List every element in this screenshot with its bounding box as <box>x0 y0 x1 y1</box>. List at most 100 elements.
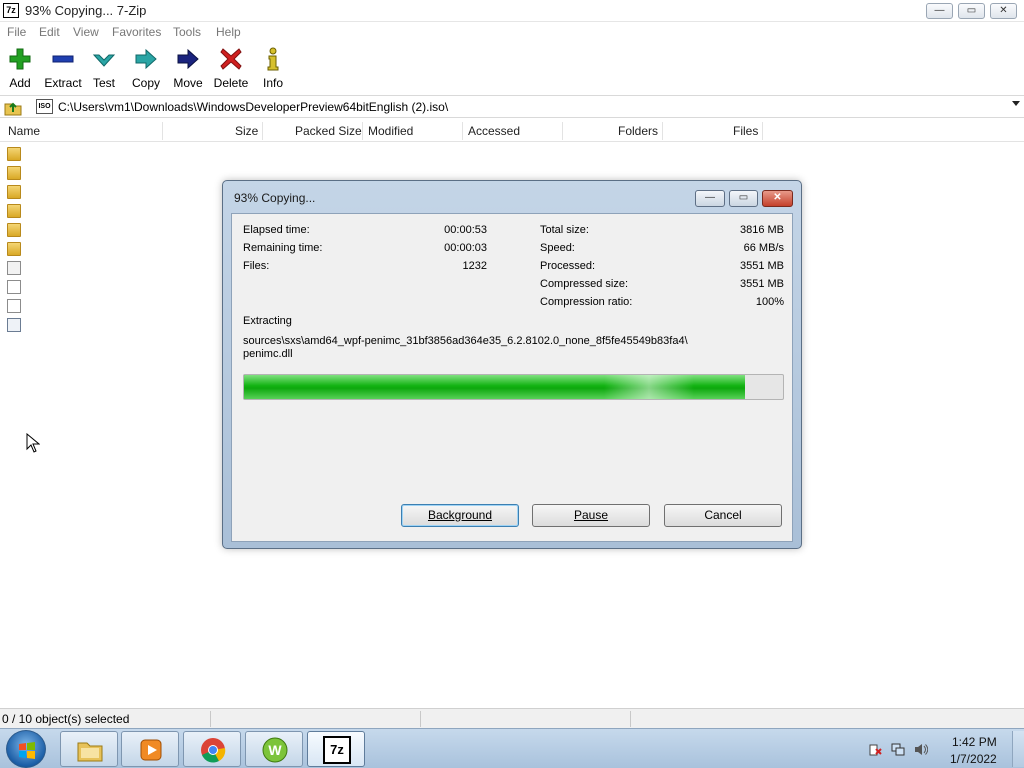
taskbar-explorer[interactable] <box>60 731 118 767</box>
document-file-icon[interactable] <box>7 299 21 313</box>
column-files[interactable]: Files <box>733 124 758 138</box>
column-modified[interactable]: Modified <box>368 124 413 138</box>
taskbar-w-app[interactable]: W <box>245 731 303 767</box>
move-arrow-icon <box>175 46 201 72</box>
current-path: sources\sxs\amd64_wpf-penimc_31bf3856ad3… <box>243 335 688 347</box>
status-divider <box>630 711 631 727</box>
info-button[interactable]: Info <box>259 46 287 90</box>
extract-button[interactable]: Extract <box>43 46 83 90</box>
menu-edit[interactable]: Edit <box>39 25 60 39</box>
taskbar-chrome[interactable] <box>183 731 241 767</box>
address-dropdown-icon[interactable] <box>1012 101 1020 106</box>
delete-button[interactable]: Delete <box>213 46 249 90</box>
compressed-size-value: 3551 MB <box>739 278 784 290</box>
elapsed-time-value: 00:00:53 <box>444 224 487 236</box>
chrome-icon <box>201 738 226 763</box>
background-button[interactable]: Background <box>401 504 519 527</box>
column-divider[interactable] <box>562 122 563 140</box>
clock-time[interactable]: 1:42 PM <box>952 735 997 749</box>
close-button[interactable]: ✕ <box>990 3 1017 19</box>
menu-tools[interactable]: Tools <box>173 25 201 39</box>
show-desktop-button[interactable] <box>1012 731 1024 767</box>
up-folder-button[interactable] <box>3 98 23 116</box>
document-file-icon[interactable] <box>7 280 21 294</box>
window-title: 93% Copying... 7-Zip <box>25 3 147 18</box>
dialog-maximize-button[interactable]: ▭ <box>729 190 758 207</box>
check-icon <box>91 46 117 72</box>
processed-label: Processed: <box>540 260 596 272</box>
folder-icon[interactable] <box>7 223 21 237</box>
iso-file-icon: ISO <box>36 99 53 114</box>
column-divider[interactable] <box>662 122 663 140</box>
column-name[interactable]: Name <box>8 124 40 138</box>
add-button[interactable]: Add <box>5 46 35 90</box>
pause-button[interactable]: Pause <box>532 504 650 527</box>
speed-value: 66 MB/s <box>743 242 784 254</box>
network-icon[interactable] <box>891 743 905 756</box>
folder-icon[interactable] <box>7 185 21 199</box>
column-divider[interactable] <box>462 122 463 140</box>
address-path[interactable]: C:\Users\vm1\Downloads\WindowsDeveloperP… <box>58 100 448 114</box>
menu-favorites[interactable]: Favorites <box>112 25 161 39</box>
info-label: Info <box>262 76 283 90</box>
selection-status: 0 / 10 object(s) selected <box>2 712 130 726</box>
menu-help[interactable]: Help <box>216 25 241 39</box>
folder-icon[interactable] <box>7 166 21 180</box>
menu-view[interactable]: View <box>73 25 99 39</box>
settings-file-icon[interactable] <box>7 261 21 275</box>
column-divider[interactable] <box>162 122 163 140</box>
volume-icon[interactable] <box>914 743 929 756</box>
column-divider[interactable] <box>262 122 263 140</box>
copy-progress-dialog: 93% Copying... — ▭ ✕ Elapsed time: 00:00… <box>222 180 802 549</box>
dialog-minimize-button[interactable]: — <box>695 190 725 207</box>
clock-date[interactable]: 1/7/2022 <box>950 752 997 766</box>
processed-value: 3551 MB <box>739 260 784 272</box>
w-app-icon: W <box>262 737 288 763</box>
move-label: Move <box>173 76 203 90</box>
folder-icon[interactable] <box>7 242 21 256</box>
column-size[interactable]: Size <box>235 124 258 138</box>
taskbar-7zip[interactable]: 7z <box>307 731 365 767</box>
progress-bar <box>243 374 784 400</box>
column-packed-size[interactable]: Packed Size <box>295 124 362 138</box>
status-divider <box>210 711 211 727</box>
media-player-icon <box>140 739 162 761</box>
delete-label: Delete <box>213 76 249 90</box>
files-value: 1232 <box>462 260 487 272</box>
column-accessed[interactable]: Accessed <box>468 124 520 138</box>
action-center-icon[interactable] <box>868 743 882 756</box>
menu-file[interactable]: File <box>7 25 26 39</box>
plus-icon <box>7 46 33 72</box>
image-file-icon[interactable] <box>7 318 21 332</box>
svg-text:W: W <box>268 742 282 758</box>
files-label: Files: <box>243 260 270 272</box>
copy-button[interactable]: Copy <box>130 46 162 90</box>
restore-button[interactable]: ▭ <box>958 3 985 19</box>
dialog-body: Elapsed time: 00:00:53 Remaining time: 0… <box>231 213 793 542</box>
move-button[interactable]: Move <box>172 46 204 90</box>
copy-label: Copy <box>131 76 160 90</box>
status-bar: 0 / 10 object(s) selected <box>0 708 1024 728</box>
menu-bar: File Edit View Favorites Tools Help <box>0 23 1024 41</box>
7zip-app-icon: 7z <box>3 3 19 18</box>
taskbar-media-player[interactable] <box>121 731 179 767</box>
folder-icon[interactable] <box>7 147 21 161</box>
minimize-button[interactable]: — <box>926 3 953 19</box>
start-button[interactable] <box>6 730 46 768</box>
compression-ratio-label: Compression ratio: <box>540 296 633 308</box>
column-divider[interactable] <box>762 122 763 140</box>
progress-bar-glow <box>604 375 694 399</box>
mouse-cursor-icon <box>26 432 41 453</box>
folder-icon[interactable] <box>7 204 21 218</box>
taskbar: W 7z 1:42 PM 1/7/2022 <box>0 728 1024 768</box>
pause-button-label: Pause <box>573 508 609 522</box>
background-button-label: Background <box>427 508 493 522</box>
cancel-button[interactable]: Cancel <box>664 504 782 527</box>
dialog-close-button[interactable]: ✕ <box>762 190 793 207</box>
7zip-icon: 7z <box>323 736 351 764</box>
operation-label: Extracting <box>243 315 292 327</box>
column-divider[interactable] <box>362 122 363 140</box>
test-button[interactable]: Test <box>89 46 119 90</box>
column-folders[interactable]: Folders <box>618 124 658 138</box>
windows-logo-icon <box>19 742 35 759</box>
